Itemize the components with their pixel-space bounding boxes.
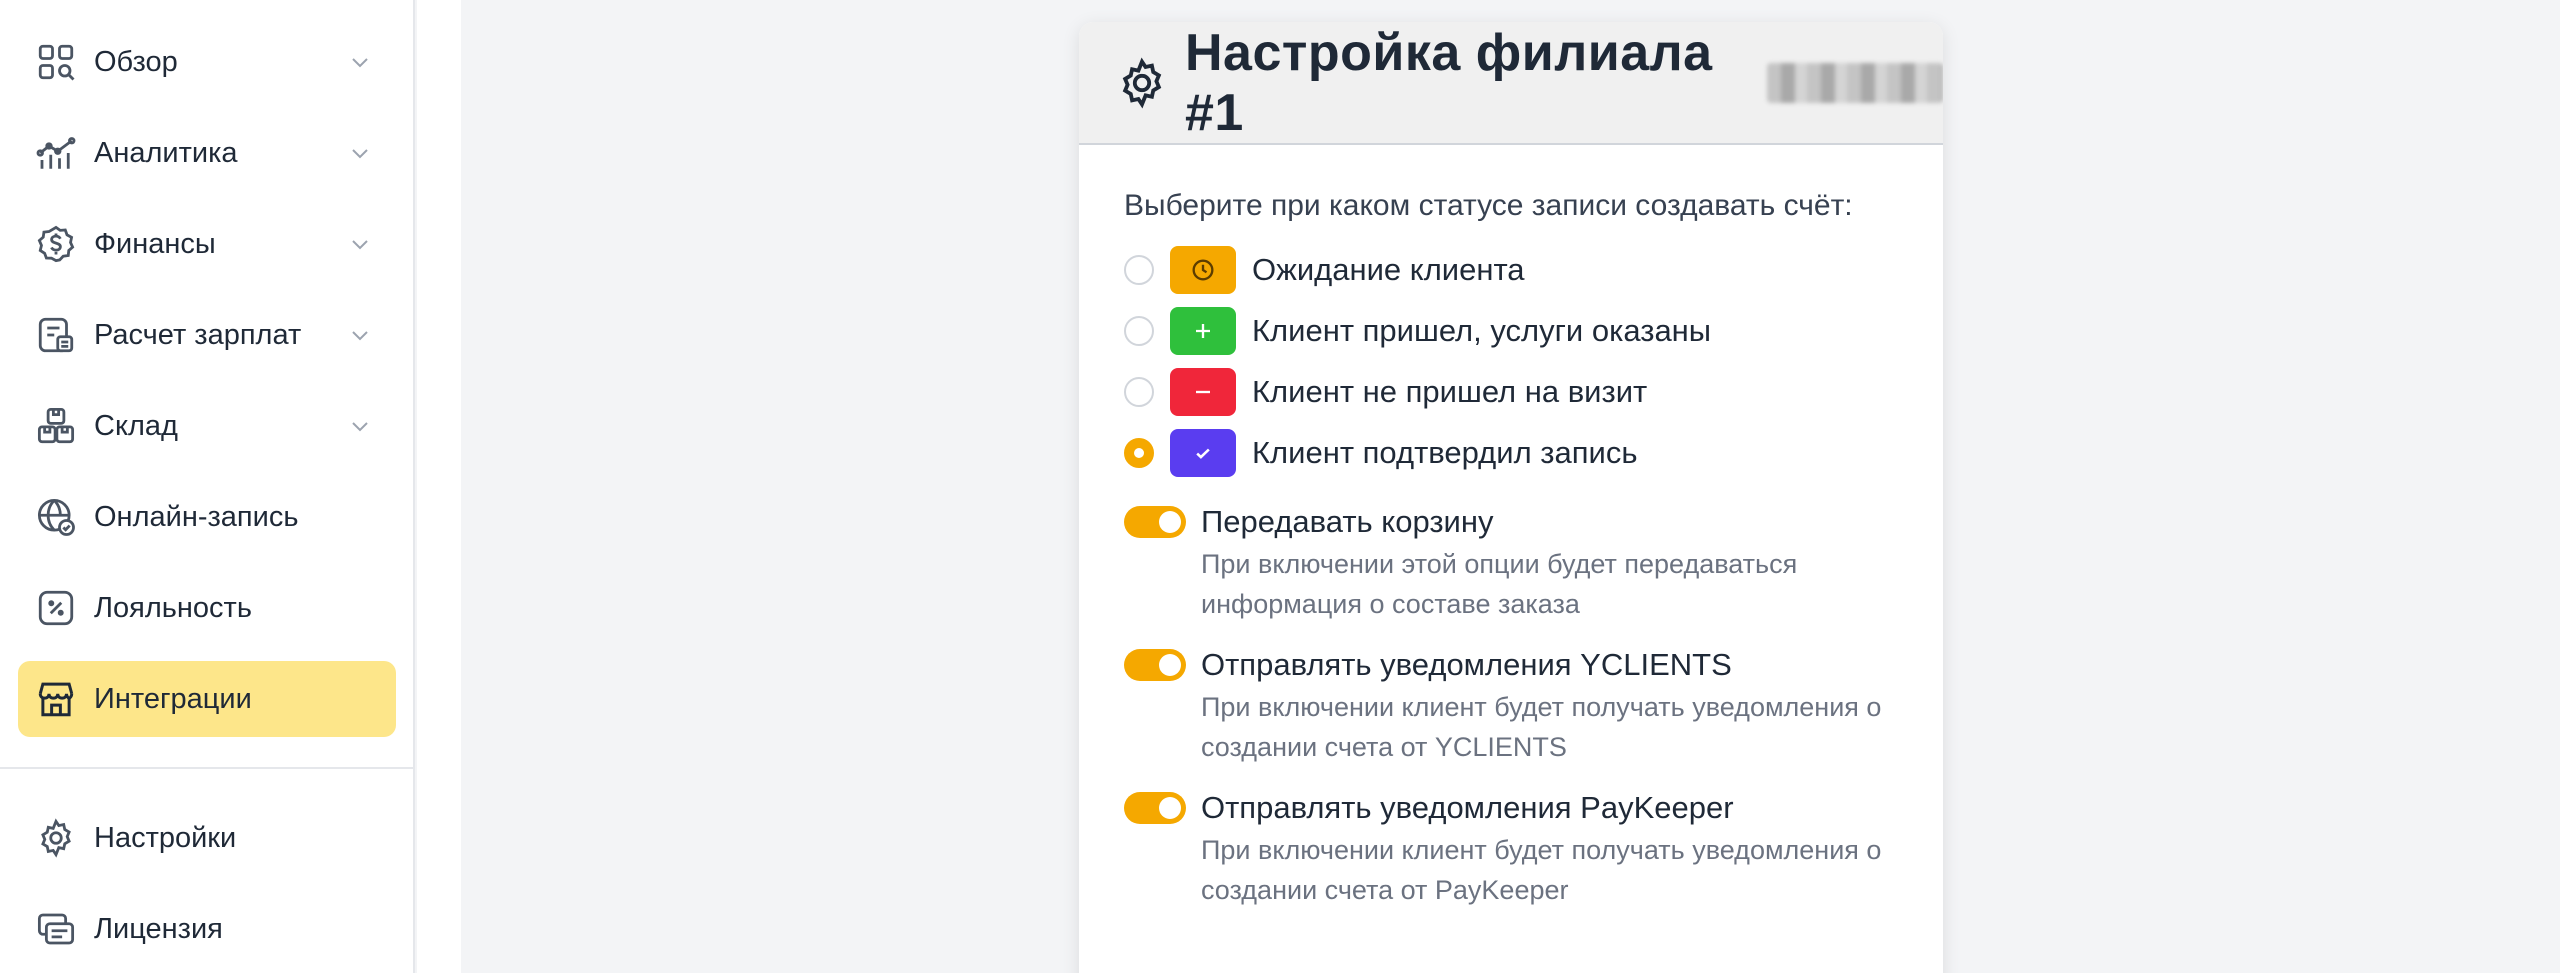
status-label: Клиент пришел, услуги оказаны (1252, 312, 1712, 348)
globe-check-icon (34, 495, 78, 539)
card-header: Настройка филиала #1 (1079, 22, 1943, 145)
minus-icon (1196, 390, 1210, 393)
status-radio[interactable] (1124, 254, 1154, 285)
chevron-down-icon[interactable] (346, 139, 374, 167)
redacted-branch-id (1767, 62, 1943, 103)
sidebar-item-label: Расчет зарплат (94, 318, 302, 351)
yclients-notifications-toggle[interactable] (1124, 649, 1186, 681)
sidebar-item-finance[interactable]: Финансы (18, 206, 396, 282)
gear-icon (1115, 56, 1169, 110)
finance-dollar-icon (34, 222, 78, 266)
overview-grid-icon (34, 40, 78, 84)
toggle-row: Отправлять уведомления YCLIENTS (1124, 643, 1943, 687)
warehouse-boxes-icon (34, 404, 78, 448)
license-cards-icon (34, 907, 78, 951)
status-label: Клиент не пришел на визит (1252, 373, 1648, 409)
status-option-no-show[interactable]: Клиент не пришел на визит (1124, 361, 1943, 422)
status-badge (1170, 245, 1236, 294)
analytics-chart-icon (34, 131, 78, 175)
sidebar-item-label: Склад (94, 409, 178, 442)
chevron-down-icon[interactable] (346, 230, 374, 258)
sidebar-item-label: Обзор (94, 45, 178, 78)
option-pass-cart: Передавать корзину При включении этой оп… (1124, 500, 1943, 624)
sidebar-item-integrations[interactable]: Интеграции (18, 661, 396, 737)
toggle-row: Передавать корзину (1124, 500, 1943, 544)
store-icon (34, 677, 78, 721)
chevron-down-icon[interactable] (346, 48, 374, 76)
gear-icon (34, 816, 78, 860)
chevron-down-icon[interactable] (346, 412, 374, 440)
sidebar-item-label: Лицензия (94, 912, 223, 945)
status-badge (1170, 306, 1236, 355)
chevron-down-icon[interactable] (346, 321, 374, 349)
sidebar-item-settings[interactable]: Настройки (18, 800, 396, 876)
toggle-description: При включении клиент будет получать увед… (1201, 692, 1882, 762)
sidebar-item-loyalty[interactable]: Лояльность (18, 570, 396, 646)
plus-icon (1196, 323, 1210, 338)
sidebar-item-label: Онлайн-запись (94, 500, 299, 533)
content-edge-strip (417, 0, 461, 973)
status-badge (1170, 428, 1236, 477)
check-icon (1196, 448, 1210, 459)
branch-settings-card: Настройка филиала #1 Выберите при каком … (1079, 22, 1943, 973)
toggle-description: При включении клиент будет получать увед… (1201, 835, 1882, 905)
sidebar-item-analytics[interactable]: Аналитика (18, 115, 396, 191)
sidebar-item-online-booking[interactable]: Онлайн-запись (18, 479, 396, 555)
sidebar-divider (0, 767, 415, 769)
status-badge (1170, 367, 1236, 416)
status-radio[interactable] (1124, 376, 1154, 407)
option-paykeeper-notifications: Отправлять уведомления PayKeeper При вкл… (1124, 786, 1943, 910)
page-title: Настройка филиала #1 (1185, 23, 1713, 142)
sidebar-item-label: Финансы (94, 227, 216, 260)
status-option-arrived[interactable]: Клиент пришел, услуги оказаны (1124, 300, 1943, 361)
status-radio[interactable] (1124, 315, 1154, 346)
toggle-label: Отправлять уведомления PayKeeper (1201, 790, 1734, 825)
status-label: Клиент подтвердил запись (1252, 434, 1638, 470)
status-option-confirmed[interactable]: Клиент подтвердил запись (1124, 422, 1943, 483)
card-body: Выберите при каком статусе записи создав… (1079, 145, 1943, 910)
sidebar-item-warehouse[interactable]: Склад (18, 388, 396, 464)
sidebar: Обзор Аналитика Финансы Расчет зарплат С… (0, 0, 415, 973)
clock-icon (1192, 259, 1214, 280)
toggle-row: Отправлять уведомления PayKeeper (1124, 786, 1943, 830)
payroll-icon (34, 313, 78, 357)
pass-cart-toggle[interactable] (1124, 506, 1186, 538)
status-option-waiting[interactable]: Ожидание клиента (1124, 239, 1943, 300)
status-radio-checked[interactable] (1124, 437, 1154, 468)
sidebar-item-label: Интеграции (94, 682, 252, 715)
option-yclients-notifications: Отправлять уведомления YCLIENTS При вклю… (1124, 643, 1943, 767)
status-label: Ожидание клиента (1252, 251, 1525, 287)
toggle-label: Отправлять уведомления YCLIENTS (1201, 647, 1732, 682)
toggle-label: Передавать корзину (1201, 504, 1494, 539)
sidebar-item-payroll[interactable]: Расчет зарплат (18, 297, 396, 373)
sidebar-item-license[interactable]: Лицензия (18, 891, 396, 967)
sidebar-item-overview[interactable]: Обзор (18, 24, 396, 100)
percent-icon (34, 586, 78, 630)
sidebar-item-label: Настройки (94, 821, 237, 854)
sidebar-item-label: Аналитика (94, 136, 238, 169)
paykeeper-notifications-toggle[interactable] (1124, 792, 1186, 824)
toggle-description: При включении этой опции будет передават… (1201, 549, 1798, 619)
sidebar-item-label: Лояльность (94, 591, 252, 624)
status-prompt: Выберите при каком статусе записи создав… (1124, 189, 1853, 222)
